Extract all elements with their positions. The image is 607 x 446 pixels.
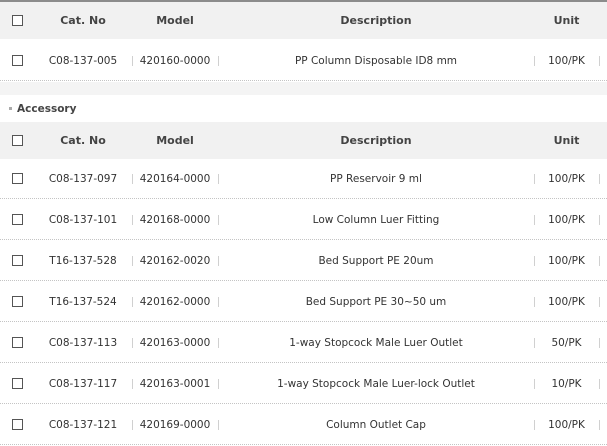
- model-cell: 420163-0001: [139, 377, 211, 390]
- accessory-select-all-cell[interactable]: [0, 122, 34, 159]
- row-checkbox[interactable]: [11, 378, 23, 389]
- cat-no-cell: C08-137-121: [48, 418, 118, 431]
- row-checkbox[interactable]: [11, 255, 23, 266]
- table-row: C08-137-101 420168-0000 Low Column Luer …: [0, 200, 607, 240]
- description-cell: Bed Support PE 30~50 um: [305, 295, 447, 308]
- column-separator: [599, 379, 600, 389]
- header-description: Description: [340, 14, 412, 27]
- header-model: Model: [156, 14, 194, 27]
- unit-cell: 50/PK: [551, 336, 582, 349]
- row-checkbox[interactable]: [11, 214, 23, 225]
- model-cell: 420169-0000: [139, 418, 211, 431]
- unit-cell: 100/PK: [548, 295, 585, 308]
- bullet-icon: [9, 107, 12, 110]
- model-cell: 420160-0000: [139, 54, 211, 67]
- accessory-title-text: Accessory: [17, 102, 77, 115]
- cat-no-cell: C08-137-113: [48, 336, 118, 349]
- accessory-table-header: Cat. No Model Description Unit: [0, 122, 607, 159]
- cat-no-cell: C08-137-101: [48, 213, 118, 226]
- accessory-section-title: Accessory: [0, 95, 607, 122]
- model-cell: 420162-0000: [139, 295, 211, 308]
- header-model: Model: [156, 134, 194, 147]
- table-row: C08-137-097 420164-0000 PP Reservoir 9 m…: [0, 159, 607, 199]
- header-unit: Unit: [553, 134, 580, 147]
- column-separator: [599, 297, 600, 307]
- cat-no-cell: C08-137-117: [48, 377, 118, 390]
- column-separator: [599, 256, 600, 266]
- model-cell: 420162-0020: [139, 254, 211, 267]
- row-checkbox-cell[interactable]: [0, 364, 34, 403]
- model-cell: 420168-0000: [139, 213, 211, 226]
- description-cell: 1-way Stopcock Male Luer-lock Outlet: [277, 377, 475, 390]
- table-row: C08-137-117 420163-0001 1-way Stopcock M…: [0, 364, 607, 404]
- row-checkbox-cell[interactable]: [0, 41, 34, 80]
- unit-cell: 100/PK: [548, 254, 585, 267]
- table-row: T16-137-524 420162-0000 Bed Support PE 3…: [0, 282, 607, 322]
- column-separator: [599, 215, 600, 225]
- row-checkbox-cell[interactable]: [0, 159, 34, 198]
- cat-no-cell: T16-137-524: [49, 295, 117, 308]
- column-separator: [599, 338, 600, 348]
- row-checkbox[interactable]: [11, 337, 23, 348]
- row-checkbox-cell[interactable]: [0, 200, 34, 239]
- header-cat-no: Cat. No: [60, 14, 106, 27]
- unit-cell: 100/PK: [548, 213, 585, 226]
- row-checkbox[interactable]: [11, 419, 23, 430]
- accessory-select-all-checkbox[interactable]: [11, 135, 23, 146]
- unit-cell: 100/PK: [548, 172, 585, 185]
- table-row: C08-137-113 420163-0000 1-way Stopcock M…: [0, 323, 607, 363]
- unit-cell: 10/PK: [551, 377, 582, 390]
- cat-no-cell: C08-137-005: [48, 54, 118, 67]
- row-checkbox[interactable]: [11, 55, 23, 66]
- column-separator: [599, 420, 600, 430]
- row-checkbox[interactable]: [11, 296, 23, 307]
- header-unit: Unit: [553, 14, 580, 27]
- description-cell: PP Column Disposable ID8 mm: [294, 54, 458, 67]
- row-checkbox-cell[interactable]: [0, 282, 34, 321]
- cat-no-cell: T16-137-528: [49, 254, 117, 267]
- row-checkbox-cell[interactable]: [0, 405, 34, 444]
- table-row: C08-137-121 420169-0000 Column Outlet Ca…: [0, 405, 607, 445]
- unit-cell: 100/PK: [548, 54, 585, 67]
- main-table-header: Cat. No Model Description Unit: [0, 2, 607, 39]
- table-row: T16-137-528 420162-0020 Bed Support PE 2…: [0, 241, 607, 281]
- column-separator: [599, 56, 600, 66]
- column-separator: [599, 174, 600, 184]
- row-checkbox-cell[interactable]: [0, 323, 34, 362]
- model-cell: 420164-0000: [139, 172, 211, 185]
- description-cell: Bed Support PE 20um: [318, 254, 434, 267]
- cat-no-cell: C08-137-097: [48, 172, 118, 185]
- model-cell: 420163-0000: [139, 336, 211, 349]
- description-cell: Column Outlet Cap: [326, 418, 426, 431]
- section-divider: [0, 82, 607, 95]
- row-checkbox-cell[interactable]: [0, 241, 34, 280]
- unit-cell: 100/PK: [548, 418, 585, 431]
- description-cell: PP Reservoir 9 ml: [330, 172, 422, 185]
- select-all-cell[interactable]: [0, 2, 34, 39]
- select-all-checkbox[interactable]: [11, 15, 23, 26]
- header-cat-no: Cat. No: [60, 134, 106, 147]
- description-cell: Low Column Luer Fitting: [312, 213, 440, 226]
- header-description: Description: [340, 134, 412, 147]
- row-checkbox[interactable]: [11, 173, 23, 184]
- description-cell: 1-way Stopcock Male Luer Outlet: [289, 336, 463, 349]
- table-row: C08-137-005 420160-0000 PP Column Dispos…: [0, 41, 607, 81]
